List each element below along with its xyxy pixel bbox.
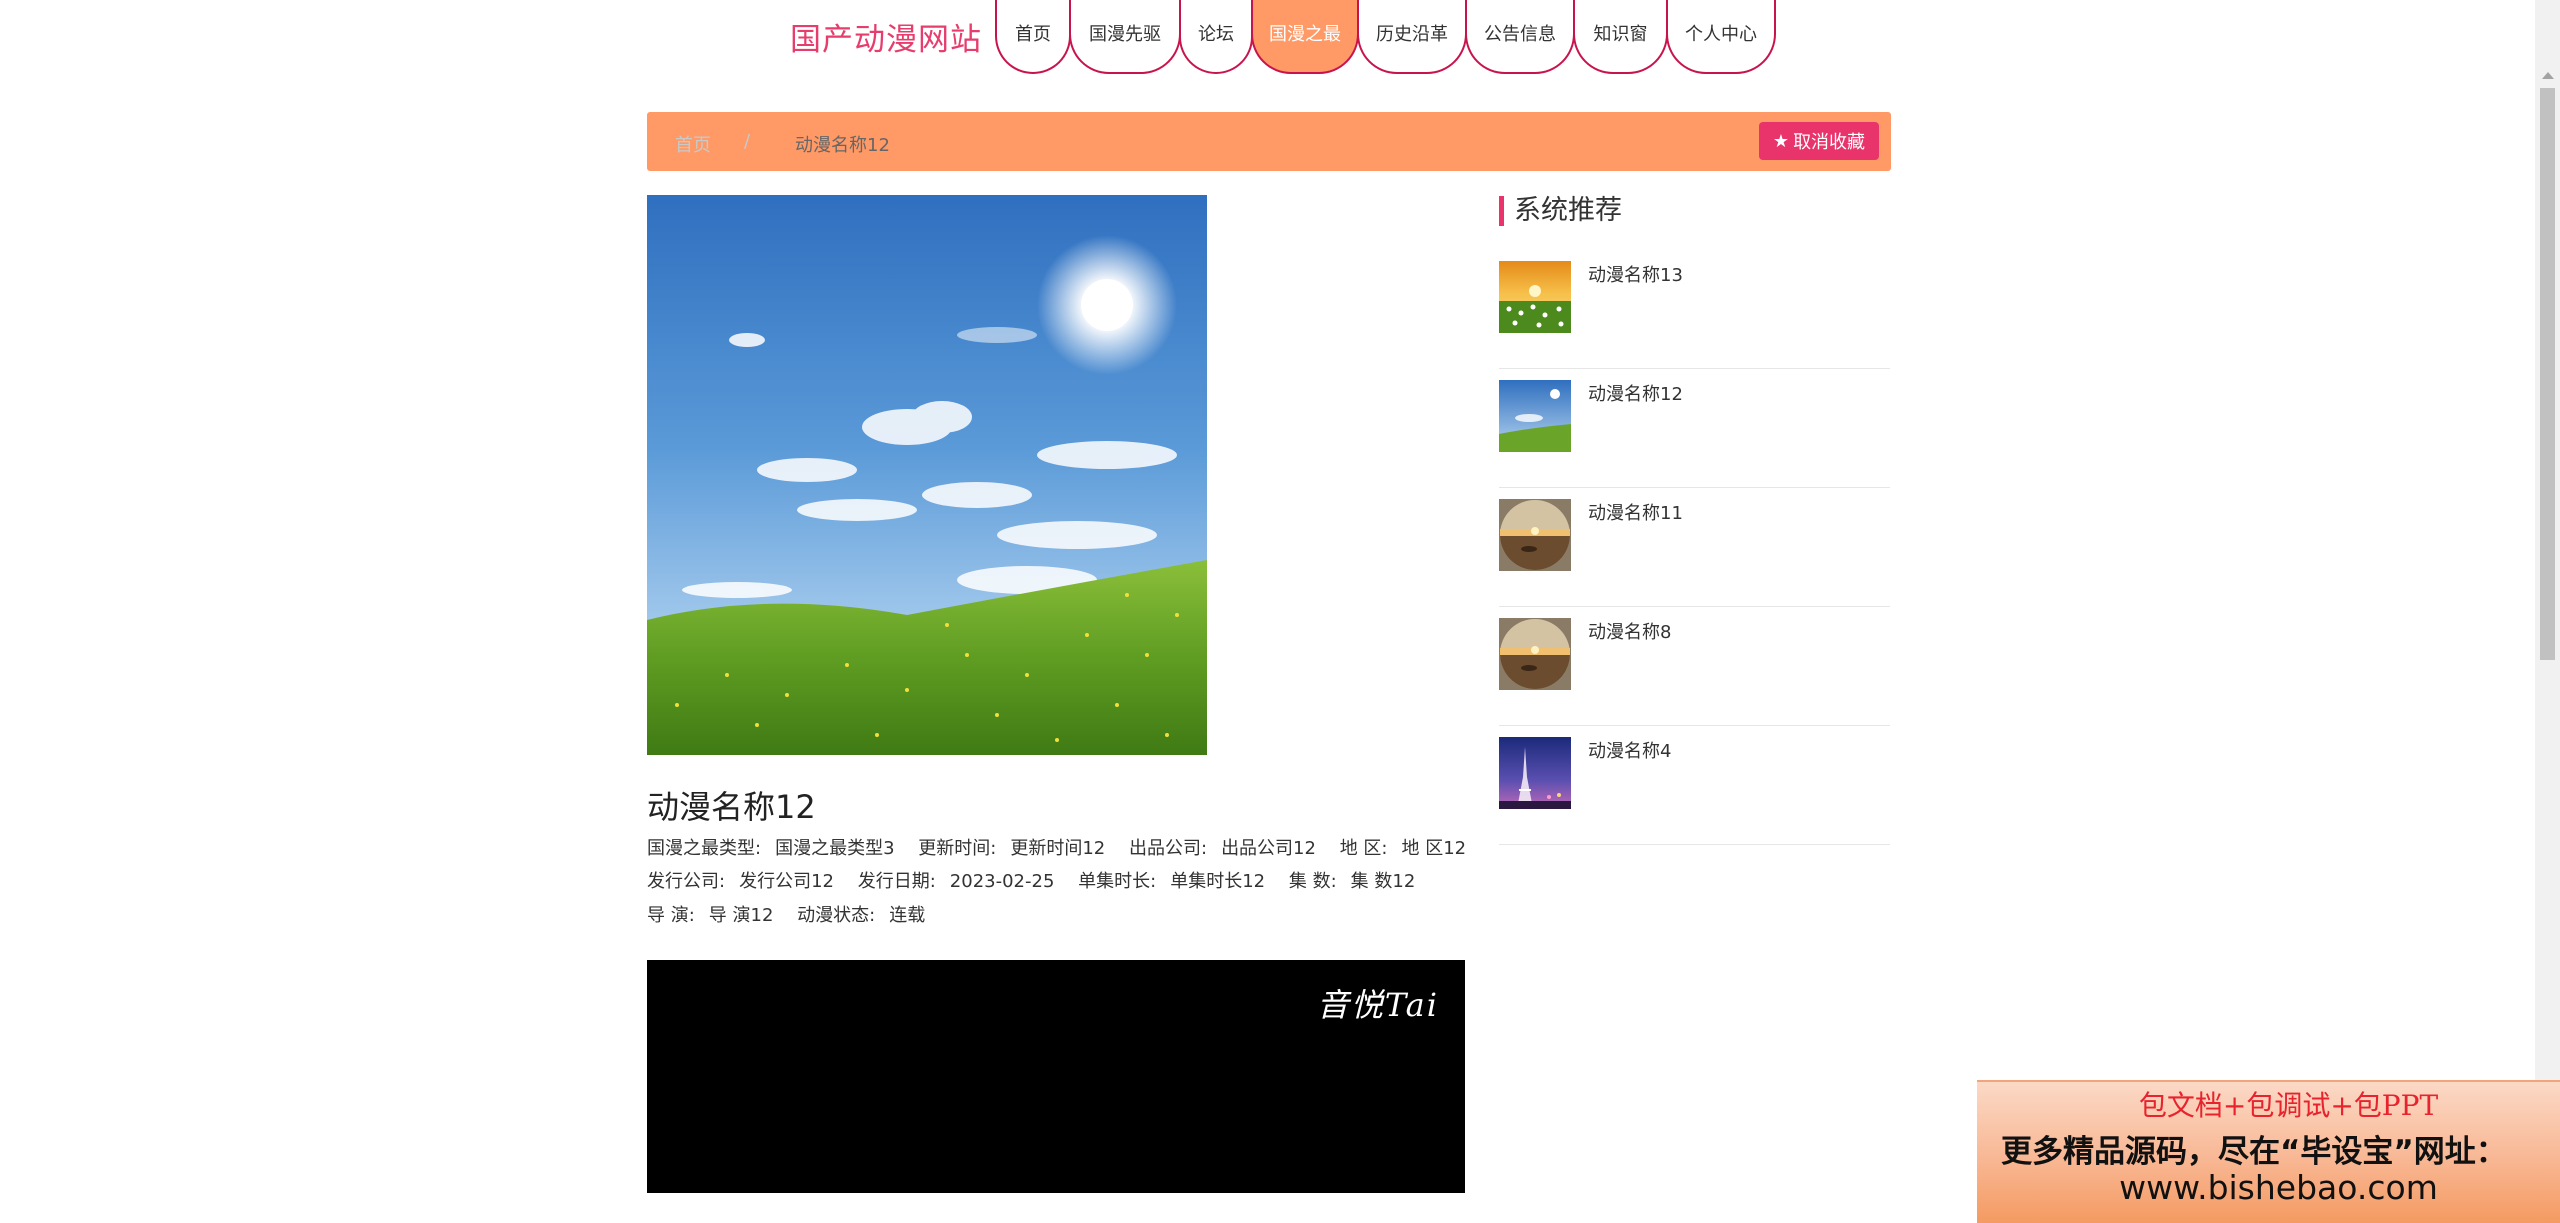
episode-length-value: 单集时长12 [1170, 871, 1266, 892]
detail-line-2: 发行公司: 发行公司12 发行日期: 2023-02-25 单集时长: 单集时长12 … [647, 867, 1433, 893]
anime-title: 动漫名称12 [647, 788, 816, 826]
recommend-thumbnail[interactable] [1499, 261, 1571, 333]
episode-count-label: 集 数: [1288, 871, 1337, 892]
recommend-item[interactable]: 动漫名称13 [1499, 250, 1890, 369]
breadcrumb-separator: / [744, 131, 751, 152]
recommend-thumbnail[interactable] [1499, 618, 1571, 690]
page-scrollbar[interactable] [2535, 0, 2560, 1223]
video-player[interactable]: 音悦Tai [647, 960, 1465, 1193]
region-label: 地 区: [1339, 838, 1388, 859]
recommend-item-name[interactable]: 动漫名称11 [1588, 499, 1683, 525]
nav-item-history[interactable]: 历史沿革 [1357, 0, 1467, 74]
recommend-heading: 系统推荐 [1499, 196, 1622, 226]
unfavorite-button[interactable]: ★ 取消收藏 [1759, 122, 1879, 160]
episode-length-label: 单集时长: [1078, 871, 1157, 892]
ad-line-1: 包文档+包调试+包PPT [2138, 1089, 2439, 1122]
recommend-item[interactable]: 动漫名称12 [1499, 369, 1890, 488]
ad-line-2: 更多精品源码，尽在“毕设宝”网址： [2001, 1134, 2507, 1170]
director-label: 导 演: [647, 905, 695, 926]
publisher-value: 发行公司12 [739, 871, 834, 892]
star-icon: ★ [1772, 130, 1790, 152]
nav-item-best[interactable]: 国漫之最 [1251, 0, 1359, 74]
recommend-thumbnail[interactable] [1499, 737, 1571, 809]
scroll-up-arrow-icon[interactable] [2542, 72, 2554, 79]
ad-url[interactable]: www.bishebao.com [1977, 1168, 2560, 1207]
site-header: 国产动漫网站 首页 国漫先驱 论坛 国漫之最 历史沿革 公告信息 知识窗 个人中… [0, 0, 2535, 80]
nav-item-announcements[interactable]: 公告信息 [1465, 0, 1575, 74]
recommend-item[interactable]: 动漫名称4 [1499, 726, 1890, 845]
update-time-value: 更新时间12 [1010, 838, 1106, 859]
recommend-item[interactable]: 动漫名称11 [1499, 488, 1890, 607]
recommend-item-name[interactable]: 动漫名称8 [1588, 618, 1671, 644]
publisher-label: 发行公司: [647, 871, 726, 892]
producer-label: 出品公司: [1128, 838, 1208, 859]
recommend-item-name[interactable]: 动漫名称13 [1588, 261, 1683, 287]
nav-item-home[interactable]: 首页 [995, 0, 1071, 74]
status-label: 动漫状态: [797, 905, 876, 926]
release-date-label: 发行日期: [857, 871, 936, 892]
status-value: 连载 [889, 905, 926, 926]
recommend-thumbnail[interactable] [1499, 499, 1571, 571]
recommend-item-name[interactable]: 动漫名称4 [1588, 737, 1671, 763]
anime-cover-image [647, 195, 1207, 755]
unfavorite-button-label: 取消收藏 [1793, 132, 1866, 153]
producer-value: 出品公司12 [1221, 838, 1316, 859]
region-value: 地 区12 [1401, 838, 1467, 859]
release-date-value: 2023-02-25 [949, 871, 1055, 892]
type-label: 国漫之最类型: [647, 838, 762, 859]
scrollbar-thumb[interactable] [2540, 88, 2555, 660]
ad-banner[interactable]: 包文档+包调试+包PPT 更多精品源码，尽在“毕设宝”网址： www.bishe… [1977, 1080, 2560, 1223]
director-value: 导 演12 [708, 905, 774, 926]
breadcrumb: 首页 / 动漫名称12 ★ 取消收藏 [647, 112, 1891, 171]
breadcrumb-current: 动漫名称12 [795, 135, 890, 156]
recommend-thumbnail[interactable] [1499, 380, 1571, 452]
main-nav: 首页 国漫先驱 论坛 国漫之最 历史沿革 公告信息 知识窗 个人中心 [995, 0, 1776, 76]
recommend-item[interactable]: 动漫名称8 [1499, 607, 1890, 726]
nav-item-profile[interactable]: 个人中心 [1666, 0, 1776, 74]
breadcrumb-home-link[interactable]: 首页 [675, 131, 711, 157]
update-time-label: 更新时间: [918, 838, 997, 859]
nav-item-pioneers[interactable]: 国漫先驱 [1069, 0, 1181, 74]
episode-count-value: 集 数12 [1350, 871, 1416, 892]
recommend-list: 动漫名称13 动漫名称12 动漫名称11 动漫名称8 动漫名称4 [1499, 250, 1890, 845]
site-title[interactable]: 国产动漫网站 [790, 14, 982, 59]
detail-line-1: 国漫之最类型: 国漫之最类型3 更新时间: 更新时间12 出品公司: 出品公司12 地… [647, 834, 1484, 860]
detail-line-3: 导 演: 导 演12 动漫状态: 连载 [647, 901, 943, 927]
video-watermark: 音悦Tai [1316, 986, 1439, 1024]
type-value: 国漫之最类型3 [775, 838, 895, 859]
nav-item-forum[interactable]: 论坛 [1179, 0, 1253, 74]
nav-item-knowledge[interactable]: 知识窗 [1573, 0, 1668, 74]
recommend-item-name[interactable]: 动漫名称12 [1588, 380, 1683, 406]
